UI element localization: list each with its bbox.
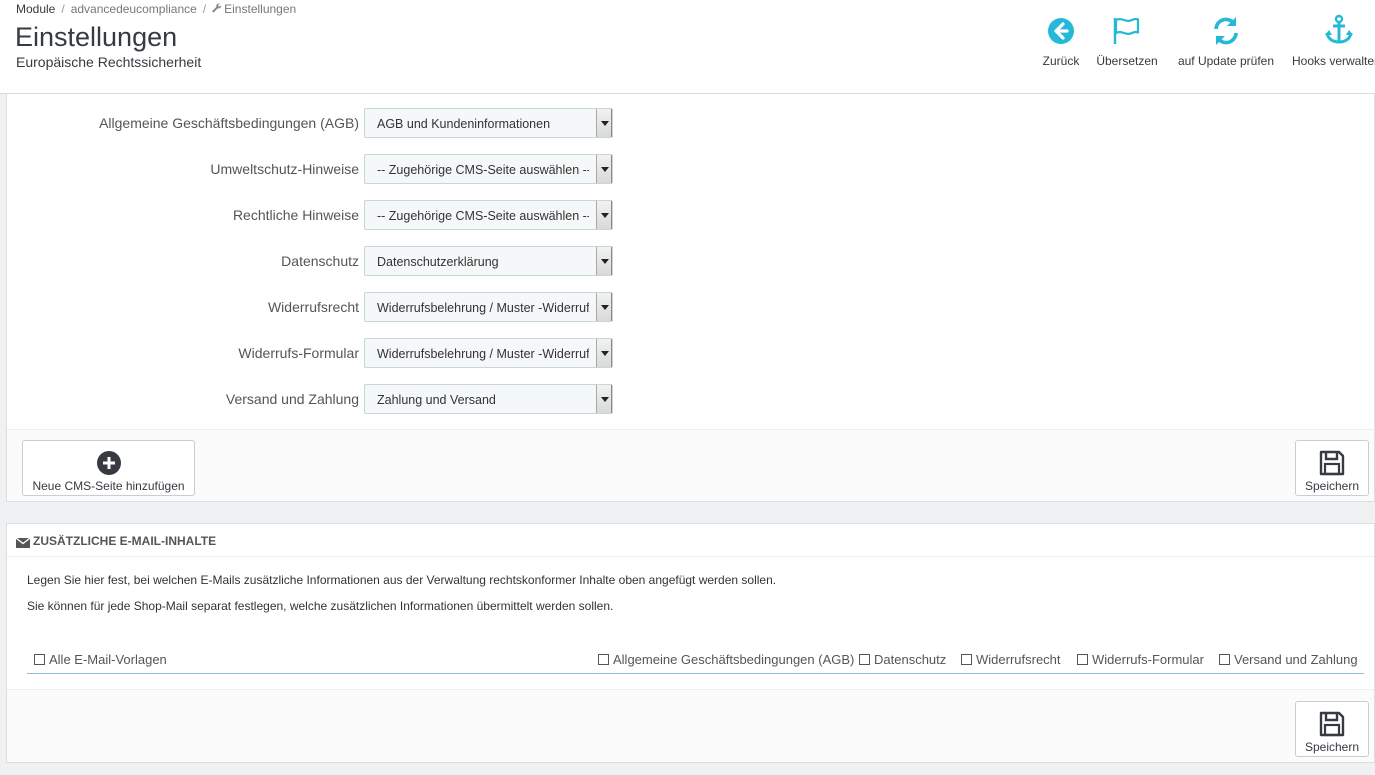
cms-assignment-panel: Allgemeine Geschäftsbedingungen (AGB) AG… [6, 94, 1375, 502]
help-text-1: Legen Sie hier fest, bei welchen E-Mails… [27, 573, 777, 587]
add-cms-page-label: Neue CMS-Seite hinzufügen [32, 479, 185, 493]
select-agb-value: AGB und Kundeninformationen [377, 117, 551, 131]
select-revocation[interactable]: Widerrufsbelehrung / Muster -Widerruf [364, 292, 613, 322]
refresh-icon [1211, 14, 1241, 46]
cms-panel-footer: Neue CMS-Seite hinzufügen Speichern [7, 429, 1374, 501]
form-row-legal-notice: Rechtliche Hinweise -- Zugehörige CMS-Se… [7, 200, 627, 230]
anchor-icon [1324, 14, 1354, 46]
chevron-down-icon [596, 385, 612, 413]
breadcrumb-einstellungen: Einstellungen [224, 2, 297, 16]
email-contents-panel: ZUSÄTZLICHE E-MAIL-INHALTE Legen Sie hie… [6, 523, 1375, 763]
select-privacy-value: Datenschutzerklärung [377, 255, 499, 269]
manage-hooks-button[interactable]: Hooks verwalten [1292, 14, 1375, 74]
form-label-privacy: Datenschutz [281, 253, 359, 269]
form-label-revocation: Widerrufsrecht [267, 299, 359, 315]
form-label-environment: Umweltschutz-Hinweise [210, 161, 359, 177]
chevron-down-icon [596, 109, 612, 137]
chevron-down-icon [596, 155, 612, 183]
select-environment[interactable]: -- Zugehörige CMS-Seite auswählen -- [364, 154, 613, 184]
checkbox-agb[interactable]: Allgemeine Geschäftsbedingungen (AGB) [598, 652, 854, 667]
form-row-revocation: Widerrufsrecht Widerrufsbelehrung / Must… [7, 292, 627, 322]
select-shipping-payment[interactable]: Zahlung und Versand [364, 384, 613, 414]
checkbox-all-templates[interactable]: Alle E-Mail-Vorlagen [34, 652, 167, 667]
translate-button[interactable]: Übersetzen [1094, 14, 1160, 74]
form-label-legal-notice: Rechtliche Hinweise [232, 207, 359, 223]
breadcrumb-module[interactable]: Module [16, 2, 55, 16]
checkbox-box[interactable] [1077, 654, 1088, 665]
save-icon [1319, 450, 1345, 476]
manage-hooks-label: Hooks verwalten [1292, 54, 1375, 68]
save-icon [1319, 711, 1345, 737]
select-legal-notice[interactable]: -- Zugehörige CMS-Seite auswählen -- [364, 200, 613, 230]
save-email-button[interactable]: Speichern [1295, 701, 1369, 757]
panel-heading: ZUSÄTZLICHE E-MAIL-INHALTE [7, 524, 1374, 557]
select-revocation-value: Widerrufsbelehrung / Muster -Widerruf [377, 301, 589, 315]
check-update-label: auf Update prüfen [1177, 54, 1275, 68]
add-cms-page-button[interactable]: Neue CMS-Seite hinzufügen [22, 440, 195, 496]
checkbox-box[interactable] [859, 654, 870, 665]
form-label-shipping-payment: Versand und Zahlung [225, 391, 359, 407]
help-text-2: Sie können für jede Shop-Mail separat fe… [27, 599, 614, 613]
select-shipping-payment-value: Zahlung und Versand [377, 393, 496, 407]
save-email-label: Speichern [1304, 740, 1360, 754]
email-columns-header: Alle E-Mail-Vorlagen Allgemeine Geschäft… [27, 648, 1364, 674]
chevron-down-icon [596, 247, 612, 275]
arrow-left-circle-icon [1046, 14, 1076, 46]
back-button[interactable]: Zurück [1040, 14, 1082, 74]
form-row-environment: Umweltschutz-Hinweise -- Zugehörige CMS-… [7, 154, 627, 184]
checkbox-agb-label: Allgemeine Geschäftsbedingungen (AGB) [613, 652, 855, 667]
checkbox-revocation-form[interactable]: Widerrufs-Formular [1077, 652, 1204, 667]
form-row-agb: Allgemeine Geschäftsbedingungen (AGB) AG… [7, 108, 627, 138]
checkbox-box[interactable] [961, 654, 972, 665]
checkbox-privacy-label: Datenschutz [874, 652, 947, 667]
breadcrumb: Module / advancedeucompliance / Einstellunge… [16, 2, 297, 16]
back-label: Zurück [1042, 54, 1080, 68]
select-agb[interactable]: AGB und Kundeninformationen [364, 108, 613, 138]
form-row-shipping-payment: Versand und Zahlung Zahlung und Versand [7, 384, 627, 414]
checkbox-box[interactable] [1219, 654, 1230, 665]
select-environment-value: -- Zugehörige CMS-Seite auswählen -- [377, 163, 589, 177]
checkbox-privacy[interactable]: Datenschutz [859, 652, 946, 667]
flag-icon [1112, 14, 1142, 46]
check-update-button[interactable]: auf Update prüfen [1173, 14, 1279, 74]
form-row-revocation-form: Widerrufs-Formular Widerrufsbelehrung / … [7, 338, 627, 368]
page-header: Module / advancedeucompliance / Einstellunge… [0, 0, 1375, 94]
chevron-down-icon [596, 339, 612, 367]
checkbox-revocation-form-label: Widerrufs-Formular [1092, 652, 1204, 667]
checkbox-revocation[interactable]: Widerrufsrecht [961, 652, 1061, 667]
form-label-revocation-form: Widerrufs-Formular [238, 345, 359, 361]
page-subtitle: Europäische Rechtssicherheit [16, 54, 202, 70]
checkbox-revocation-label: Widerrufsrecht [976, 652, 1061, 667]
breadcrumb-advancedeucompliance[interactable]: advancedeucompliance [71, 2, 197, 16]
page-title: Einstellungen [15, 22, 178, 52]
checkbox-shipping-payment-label: Versand und Zahlung [1234, 652, 1358, 667]
select-revocation-form-value: Widerrufsbelehrung / Muster -Widerruf [377, 347, 589, 361]
checkbox-box[interactable] [34, 654, 45, 665]
wrench-icon [212, 2, 222, 16]
select-legal-notice-value: -- Zugehörige CMS-Seite auswählen -- [377, 209, 589, 223]
plus-circle-icon [96, 450, 122, 476]
form-label-agb: Allgemeine Geschäftsbedingungen (AGB) [99, 115, 359, 131]
select-revocation-form[interactable]: Widerrufsbelehrung / Muster -Widerruf [364, 338, 613, 368]
form-row-privacy: Datenschutz Datenschutzerklärung [7, 246, 627, 276]
checkbox-shipping-payment[interactable]: Versand und Zahlung [1219, 652, 1358, 667]
checkbox-all-templates-label: Alle E-Mail-Vorlagen [49, 652, 167, 667]
select-privacy[interactable]: Datenschutzerklärung [364, 246, 613, 276]
checkbox-box[interactable] [598, 654, 609, 665]
chevron-down-icon [596, 293, 612, 321]
chevron-down-icon [596, 201, 612, 229]
save-button[interactable]: Speichern [1295, 440, 1369, 496]
envelope-icon [15, 535, 31, 548]
email-panel-footer: Speichern [7, 689, 1374, 762]
panel-title: ZUSÄTZLICHE E-MAIL-INHALTE [33, 534, 217, 548]
translate-label: Übersetzen [1096, 54, 1158, 68]
save-label: Speichern [1304, 479, 1360, 493]
